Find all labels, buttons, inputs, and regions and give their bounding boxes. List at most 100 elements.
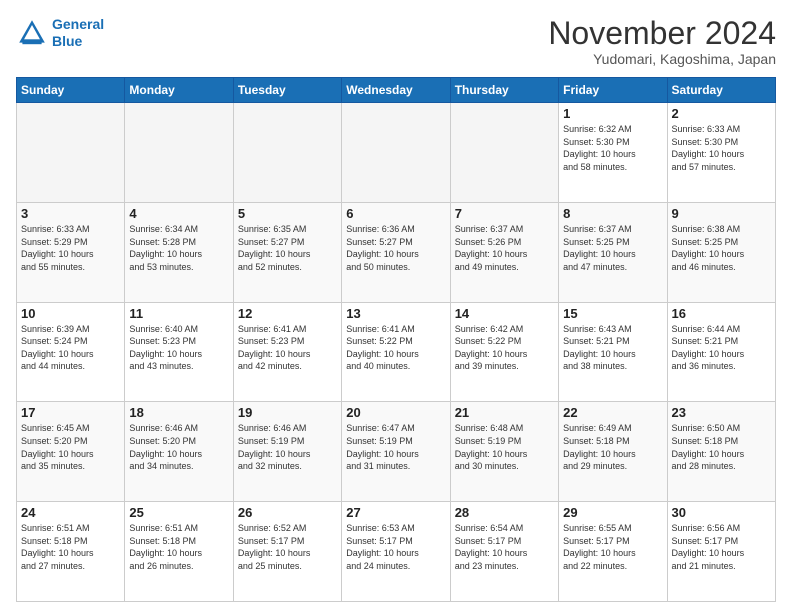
day-cell: 8 Sunrise: 6:37 AM Sunset: 5:25 PM Daylig…: [559, 202, 667, 302]
day-cell: [17, 103, 125, 203]
day-cell: 10Sunrise: 6:39 AM Sunset: 5:24 PM Dayli…: [17, 302, 125, 402]
day-info: Sunrise: 6:54 AM Sunset: 5:17 PM Dayligh…: [455, 522, 554, 572]
day-cell: 9 Sunrise: 6:38 AM Sunset: 5:25 PM Daylig…: [667, 202, 775, 302]
day-cell: [342, 103, 450, 203]
day-info: Sunrise: 6:51 AM Sunset: 5:18 PM Dayligh…: [129, 522, 228, 572]
day-info: Sunrise: 6:38 AM Sunset: 5:25 PM Dayligh…: [672, 223, 771, 273]
day-number: 10: [21, 306, 120, 321]
day-number: 1: [563, 106, 662, 121]
day-cell: 21 Sunrise: 6:48 AM Sunset: 5:19 PM Dayli…: [450, 402, 558, 502]
week-row-2: 3Sunrise: 6:33 AM Sunset: 5:29 PM Daylig…: [17, 202, 776, 302]
day-info: Sunrise: 6:55 AM Sunset: 5:17 PM Dayligh…: [563, 522, 662, 572]
day-cell: 15Sunrise: 6:43 AM Sunset: 5:21 PM Dayli…: [559, 302, 667, 402]
day-number: 13: [346, 306, 445, 321]
day-cell: 27Sunrise: 6:53 AM Sunset: 5:17 PM Dayli…: [342, 502, 450, 602]
day-cell: 12Sunrise: 6:41 AM Sunset: 5:23 PM Dayli…: [233, 302, 341, 402]
day-number: 22: [563, 405, 662, 420]
day-number: 2: [672, 106, 771, 121]
day-info: Sunrise: 6:45 AM Sunset: 5:20 PM Dayligh…: [21, 422, 120, 472]
title-block: November 2024 Yudomari, Kagoshima, Japan: [548, 16, 776, 67]
week-row-1: 1 Sunrise: 6:32 AM Sunset: 5:30 PM Daylig…: [17, 103, 776, 203]
day-number: 6: [346, 206, 445, 221]
day-number: 26: [238, 505, 337, 520]
day-number: 18: [129, 405, 228, 420]
day-info: Sunrise: 6:33 AM Sunset: 5:29 PM Dayligh…: [21, 223, 120, 273]
day-number: 17: [21, 405, 120, 420]
day-number: 29: [563, 505, 662, 520]
week-row-4: 17 Sunrise: 6:45 AM Sunset: 5:20 PM Dayli…: [17, 402, 776, 502]
day-info: Sunrise: 6:42 AM Sunset: 5:22 PM Dayligh…: [455, 323, 554, 373]
day-number: 4: [129, 206, 228, 221]
day-number: 20: [346, 405, 445, 420]
page: General Blue November 2024 Yudomari, Kag…: [0, 0, 792, 612]
day-number: 5: [238, 206, 337, 221]
logo-text: General Blue: [52, 16, 104, 50]
day-info: Sunrise: 6:47 AM Sunset: 5:19 PM Dayligh…: [346, 422, 445, 472]
day-cell: 19 Sunrise: 6:46 AM Sunset: 5:19 PM Dayli…: [233, 402, 341, 502]
day-info: Sunrise: 6:36 AM Sunset: 5:27 PM Dayligh…: [346, 223, 445, 273]
calendar: SundayMondayTuesdayWednesdayThursdayFrid…: [16, 77, 776, 602]
day-cell: 26 Sunrise: 6:52 AM Sunset: 5:17 PM Dayli…: [233, 502, 341, 602]
day-number: 25: [129, 505, 228, 520]
day-cell: 1 Sunrise: 6:32 AM Sunset: 5:30 PM Daylig…: [559, 103, 667, 203]
day-number: 23: [672, 405, 771, 420]
day-cell: 14 Sunrise: 6:42 AM Sunset: 5:22 PM Dayli…: [450, 302, 558, 402]
day-cell: 17 Sunrise: 6:45 AM Sunset: 5:20 PM Dayli…: [17, 402, 125, 502]
day-cell: 23 Sunrise: 6:50 AM Sunset: 5:18 PM Dayli…: [667, 402, 775, 502]
day-cell: [233, 103, 341, 203]
day-number: 27: [346, 505, 445, 520]
day-info: Sunrise: 6:48 AM Sunset: 5:19 PM Dayligh…: [455, 422, 554, 472]
day-cell: 25 Sunrise: 6:51 AM Sunset: 5:18 PM Dayli…: [125, 502, 233, 602]
day-info: Sunrise: 6:37 AM Sunset: 5:25 PM Dayligh…: [563, 223, 662, 273]
day-cell: 22Sunrise: 6:49 AM Sunset: 5:18 PM Dayli…: [559, 402, 667, 502]
day-cell: 4 Sunrise: 6:34 AM Sunset: 5:28 PM Daylig…: [125, 202, 233, 302]
day-number: 7: [455, 206, 554, 221]
day-cell: 20 Sunrise: 6:47 AM Sunset: 5:19 PM Dayli…: [342, 402, 450, 502]
calendar-header: SundayMondayTuesdayWednesdayThursdayFrid…: [17, 78, 776, 103]
week-row-5: 24 Sunrise: 6:51 AM Sunset: 5:18 PM Dayli…: [17, 502, 776, 602]
day-number: 16: [672, 306, 771, 321]
day-number: 11: [129, 306, 228, 321]
main-title: November 2024: [548, 16, 776, 51]
day-number: 19: [238, 405, 337, 420]
logo-line1: General: [52, 16, 104, 32]
day-number: 9: [672, 206, 771, 221]
day-info: Sunrise: 6:35 AM Sunset: 5:27 PM Dayligh…: [238, 223, 337, 273]
day-cell: 28Sunrise: 6:54 AM Sunset: 5:17 PM Dayli…: [450, 502, 558, 602]
day-number: 21: [455, 405, 554, 420]
day-info: Sunrise: 6:44 AM Sunset: 5:21 PM Dayligh…: [672, 323, 771, 373]
weekday-header-row: SundayMondayTuesdayWednesdayThursdayFrid…: [17, 78, 776, 103]
day-cell: 3Sunrise: 6:33 AM Sunset: 5:29 PM Daylig…: [17, 202, 125, 302]
weekday-header-saturday: Saturday: [667, 78, 775, 103]
day-info: Sunrise: 6:46 AM Sunset: 5:19 PM Dayligh…: [238, 422, 337, 472]
day-cell: 29 Sunrise: 6:55 AM Sunset: 5:17 PM Dayli…: [559, 502, 667, 602]
subtitle: Yudomari, Kagoshima, Japan: [548, 51, 776, 67]
logo: General Blue: [16, 16, 104, 50]
day-cell: [450, 103, 558, 203]
day-info: Sunrise: 6:34 AM Sunset: 5:28 PM Dayligh…: [129, 223, 228, 273]
day-number: 15: [563, 306, 662, 321]
day-cell: [125, 103, 233, 203]
day-info: Sunrise: 6:40 AM Sunset: 5:23 PM Dayligh…: [129, 323, 228, 373]
calendar-body: 1 Sunrise: 6:32 AM Sunset: 5:30 PM Daylig…: [17, 103, 776, 602]
day-info: Sunrise: 6:52 AM Sunset: 5:17 PM Dayligh…: [238, 522, 337, 572]
day-cell: 30Sunrise: 6:56 AM Sunset: 5:17 PM Dayli…: [667, 502, 775, 602]
day-info: Sunrise: 6:46 AM Sunset: 5:20 PM Dayligh…: [129, 422, 228, 472]
day-cell: 7Sunrise: 6:37 AM Sunset: 5:26 PM Daylig…: [450, 202, 558, 302]
week-row-3: 10Sunrise: 6:39 AM Sunset: 5:24 PM Dayli…: [17, 302, 776, 402]
day-info: Sunrise: 6:32 AM Sunset: 5:30 PM Dayligh…: [563, 123, 662, 173]
logo-line2: Blue: [52, 33, 82, 49]
day-cell: 2Sunrise: 6:33 AM Sunset: 5:30 PM Daylig…: [667, 103, 775, 203]
weekday-header-monday: Monday: [125, 78, 233, 103]
day-cell: 5 Sunrise: 6:35 AM Sunset: 5:27 PM Daylig…: [233, 202, 341, 302]
day-info: Sunrise: 6:41 AM Sunset: 5:22 PM Dayligh…: [346, 323, 445, 373]
day-cell: 18 Sunrise: 6:46 AM Sunset: 5:20 PM Dayli…: [125, 402, 233, 502]
day-number: 12: [238, 306, 337, 321]
day-number: 8: [563, 206, 662, 221]
weekday-header-sunday: Sunday: [17, 78, 125, 103]
logo-icon: [16, 17, 48, 49]
day-number: 14: [455, 306, 554, 321]
day-cell: 11 Sunrise: 6:40 AM Sunset: 5:23 PM Dayli…: [125, 302, 233, 402]
day-number: 24: [21, 505, 120, 520]
day-info: Sunrise: 6:50 AM Sunset: 5:18 PM Dayligh…: [672, 422, 771, 472]
